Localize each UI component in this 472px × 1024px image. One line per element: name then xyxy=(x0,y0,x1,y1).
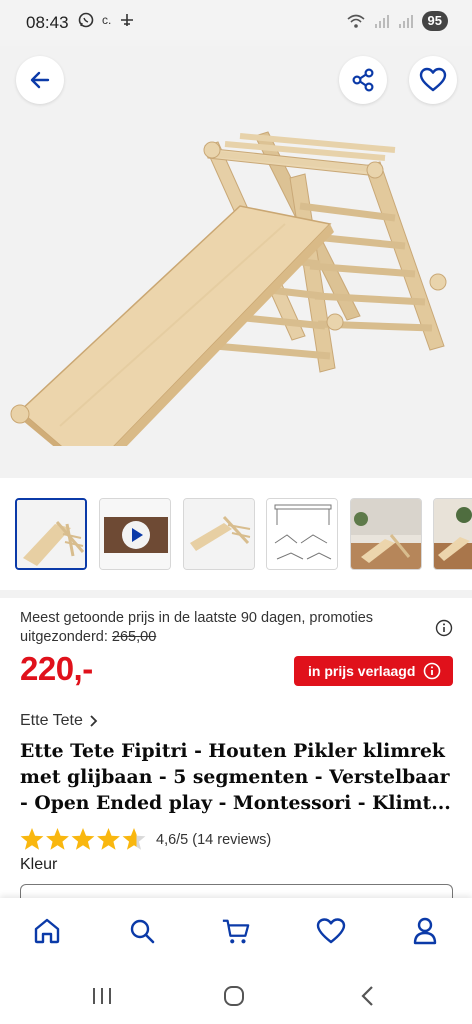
thumbnail-image xyxy=(267,499,337,569)
cart-icon xyxy=(222,919,250,944)
nav-wishlist[interactable] xyxy=(316,916,346,946)
info-icon xyxy=(424,662,441,680)
signal-icon-2 xyxy=(398,15,413,28)
recents-button[interactable] xyxy=(88,984,116,1008)
rating-stars xyxy=(20,828,146,850)
rating-star xyxy=(97,828,120,850)
system-home-button[interactable] xyxy=(220,984,248,1008)
arrow-left-icon xyxy=(30,71,50,89)
status-system-icons: 95 xyxy=(346,11,448,31)
signal-icon xyxy=(374,15,389,28)
thumbnail-room[interactable] xyxy=(350,498,422,570)
thumbnail-slide-side[interactable] xyxy=(183,498,255,570)
nav-home[interactable] xyxy=(32,916,62,946)
rating-star xyxy=(46,828,69,850)
section-divider xyxy=(0,590,472,598)
whatsapp-icon xyxy=(78,12,94,28)
home-icon xyxy=(34,918,60,944)
rating-star xyxy=(122,828,146,850)
price-reduced-badge[interactable]: in prijs verlaagd xyxy=(294,656,453,686)
rating-star xyxy=(71,828,95,850)
price-info-button[interactable] xyxy=(435,619,453,642)
product-photo xyxy=(10,131,447,446)
badge-label: in prijs verlaagd xyxy=(308,663,416,679)
current-price: 220,- xyxy=(20,650,93,687)
recents-icon xyxy=(93,988,111,1004)
color-selector[interactable] xyxy=(20,884,453,898)
share-icon xyxy=(352,68,374,92)
color-label: Kleur xyxy=(20,856,58,873)
info-icon xyxy=(435,619,453,637)
nav-account[interactable] xyxy=(410,916,440,946)
back-chevron-icon xyxy=(361,986,373,1006)
status-time: 08:43 xyxy=(26,13,69,32)
system-navigation-bar xyxy=(0,966,472,1024)
thumbnail-room-2[interactable] xyxy=(433,498,472,570)
search-icon xyxy=(130,919,155,944)
favorite-button[interactable] xyxy=(409,56,457,104)
user-icon xyxy=(413,917,437,945)
thumbnail-parts[interactable] xyxy=(266,498,338,570)
home-circle-icon xyxy=(224,986,244,1006)
thumbnail-image xyxy=(100,499,170,569)
product-title: Ette Tete Fipitri - Houten Pikler klimre… xyxy=(20,740,451,814)
price-note-text: Meest getoonde prijs in de laatste 90 da… xyxy=(20,610,374,645)
brand-name: Ette Tete xyxy=(20,712,83,729)
thumbnail-strip[interactable] xyxy=(0,478,472,590)
back-button[interactable] xyxy=(16,56,64,104)
thumbnail-slide-front[interactable] xyxy=(15,498,87,570)
status-bar: 08:43 c. 95 xyxy=(0,0,472,46)
price-history-note: Meest getoonde prijs in de laatste 90 da… xyxy=(20,609,420,647)
rating-summary[interactable]: 4,6/5 (14 reviews) xyxy=(20,827,271,853)
chevron-right-icon xyxy=(90,715,98,727)
status-notifications: c. xyxy=(78,12,135,28)
thumbnail-image xyxy=(351,499,421,569)
old-price: 265,00 xyxy=(111,629,157,645)
wifi-icon xyxy=(347,14,365,28)
carrier-label: c. xyxy=(102,13,112,27)
thumbnail-image xyxy=(184,499,254,569)
thumbnail-video[interactable] xyxy=(99,498,171,570)
bottom-navigation xyxy=(0,898,472,966)
system-back-button[interactable] xyxy=(354,984,382,1008)
rating-star xyxy=(20,828,44,850)
airplane-icon xyxy=(121,14,134,26)
battery-level: 95 xyxy=(421,11,448,31)
nav-search[interactable] xyxy=(127,916,157,946)
heart-icon xyxy=(316,918,346,944)
brand-link[interactable]: Ette Tete xyxy=(20,712,99,730)
heart-icon xyxy=(419,67,447,92)
product-image-area[interactable] xyxy=(0,46,472,478)
thumbnail-image xyxy=(17,500,85,568)
rating-text: 4,6/5 (14 reviews) xyxy=(156,832,272,848)
thumbnail-image xyxy=(434,499,472,569)
nav-cart[interactable] xyxy=(221,916,251,946)
share-button[interactable] xyxy=(339,56,387,104)
